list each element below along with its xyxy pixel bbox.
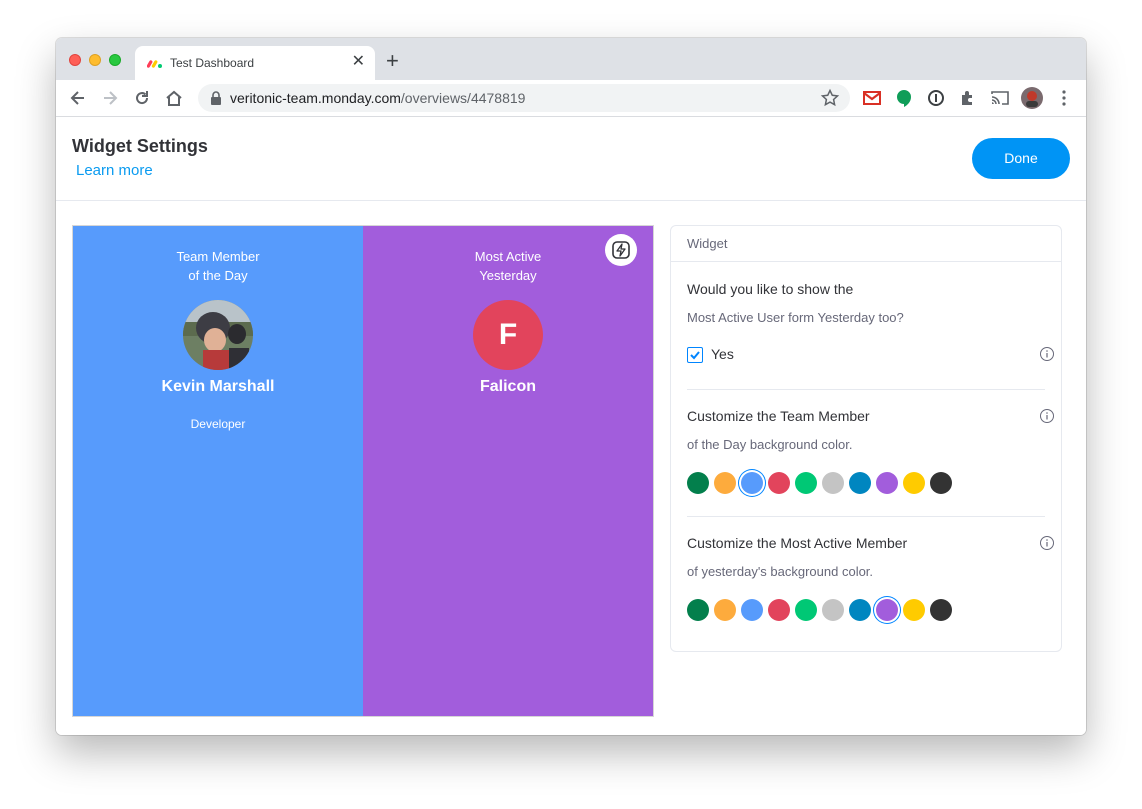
bookmark-star-icon[interactable]	[820, 88, 840, 108]
color-swatch[interactable]	[687, 472, 709, 494]
widget-settings-panel: Widget Would you like to show the Most A…	[670, 225, 1062, 652]
color-swatch[interactable]	[903, 472, 925, 494]
team-member-of-the-day-card: Team Member of the Day Kevin Marshall De	[73, 226, 363, 716]
show-most-active-section: Would you like to show the Most Active U…	[687, 280, 1045, 327]
browser-toolbar: veritonic-team.monday.com/overviews/4478…	[56, 80, 1086, 117]
color-swatch[interactable]	[849, 472, 871, 494]
browser-menu-icon[interactable]	[1054, 88, 1074, 108]
lock-icon	[211, 91, 221, 105]
person-photo-icon	[183, 300, 253, 370]
color-swatch[interactable]	[741, 599, 763, 621]
team-member-color-subtitle: of the Day background color.	[687, 437, 853, 452]
color-swatch[interactable]	[930, 472, 952, 494]
password-manager-icon[interactable]	[926, 88, 946, 108]
quick-action-button[interactable]	[605, 234, 637, 266]
most-active-avatar: F	[473, 300, 543, 370]
color-swatch[interactable]	[768, 472, 790, 494]
monday-logo-icon	[147, 60, 162, 68]
home-icon[interactable]	[164, 88, 184, 108]
color-swatch[interactable]	[822, 599, 844, 621]
team-member-card-title: Team Member of the Day	[176, 249, 260, 283]
show-most-active-question: Would you like to show the	[687, 281, 854, 297]
show-most-active-question-detail: Most Active User form Yesterday too?	[687, 310, 904, 325]
color-swatch[interactable]	[714, 599, 736, 621]
color-swatch[interactable]	[903, 599, 925, 621]
color-swatch[interactable]	[768, 599, 790, 621]
team-member-color-section: Customize the Team Member of the Day bac…	[687, 407, 1045, 454]
most-active-name: Falicon	[479, 378, 536, 395]
widget-settings-page: Widget Settings Learn more Done Team Mem…	[56, 117, 1086, 735]
color-swatch[interactable]	[822, 472, 844, 494]
tab-strip: Test Dashboard ✕ +	[56, 38, 1086, 80]
new-tab-button[interactable]: +	[386, 50, 399, 72]
reload-icon[interactable]	[132, 88, 152, 108]
color-swatch[interactable]	[795, 599, 817, 621]
color-swatch[interactable]	[930, 599, 952, 621]
learn-more-link[interactable]: Learn more	[76, 162, 153, 179]
color-swatch[interactable]	[687, 599, 709, 621]
color-swatch[interactable]	[795, 472, 817, 494]
forward-arrow-icon[interactable]	[100, 88, 120, 108]
team-member-name: Kevin Marshall	[161, 378, 275, 395]
show-most-active-checkbox[interactable]	[687, 347, 703, 363]
panel-header: Widget	[671, 226, 1061, 262]
color-swatch[interactable]	[741, 472, 763, 494]
tab-title: Test Dashboard	[170, 56, 255, 70]
info-icon[interactable]	[1039, 535, 1055, 551]
profile-avatar-icon[interactable]	[1021, 87, 1043, 109]
team-member-role: Developer	[190, 417, 246, 431]
team-member-avatar	[183, 300, 253, 370]
done-button[interactable]: Done	[972, 138, 1070, 179]
tab-close-icon[interactable]: ✕	[352, 53, 365, 71]
zoom-window-button[interactable]	[109, 54, 121, 66]
info-icon[interactable]	[1039, 346, 1055, 362]
browser-window: Test Dashboard ✕ + veritonic-team.monday…	[56, 38, 1086, 735]
color-swatch[interactable]	[714, 472, 736, 494]
color-swatch[interactable]	[849, 599, 871, 621]
url-text: veritonic-team.monday.com/overviews/4478…	[230, 90, 525, 106]
most-active-yesterday-card: Most Active Yesterday F Falicon	[363, 226, 653, 716]
most-active-color-title: Customize the Most Active Member	[687, 535, 908, 551]
extensions-puzzle-icon[interactable]	[958, 88, 978, 108]
divider	[687, 389, 1045, 390]
url-path: /overviews/4478819	[400, 90, 526, 106]
most-active-color-subtitle: of yesterday's background color.	[687, 564, 874, 579]
checkmark-icon	[690, 351, 700, 360]
lightning-bolt-icon	[612, 241, 630, 259]
panel-header-label: Widget	[687, 236, 728, 251]
most-active-color-section: Customize the Most Active Member of yest…	[687, 534, 1045, 581]
page-title: Widget Settings	[72, 136, 208, 156]
address-bar[interactable]: veritonic-team.monday.com/overviews/4478…	[198, 84, 850, 112]
color-swatch[interactable]	[876, 599, 898, 621]
cast-icon[interactable]	[990, 88, 1010, 108]
checkbox-label: Yes	[711, 346, 734, 362]
divider	[687, 516, 1045, 517]
tab-test-dashboard[interactable]: Test Dashboard ✕	[135, 46, 375, 80]
minimize-window-button[interactable]	[89, 54, 101, 66]
back-arrow-icon[interactable]	[68, 88, 88, 108]
settings-header: Widget Settings Learn more Done	[56, 117, 1086, 201]
hangouts-extension-icon[interactable]	[894, 88, 914, 108]
info-icon[interactable]	[1039, 408, 1055, 424]
gmail-extension-icon[interactable]	[862, 88, 882, 108]
url-domain: veritonic-team.monday.com	[230, 90, 401, 106]
team-member-color-title: Customize the Team Member	[687, 408, 870, 424]
color-swatch[interactable]	[876, 472, 898, 494]
widget-preview: Team Member of the Day Kevin Marshall De	[72, 225, 654, 717]
close-window-button[interactable]	[69, 54, 81, 66]
